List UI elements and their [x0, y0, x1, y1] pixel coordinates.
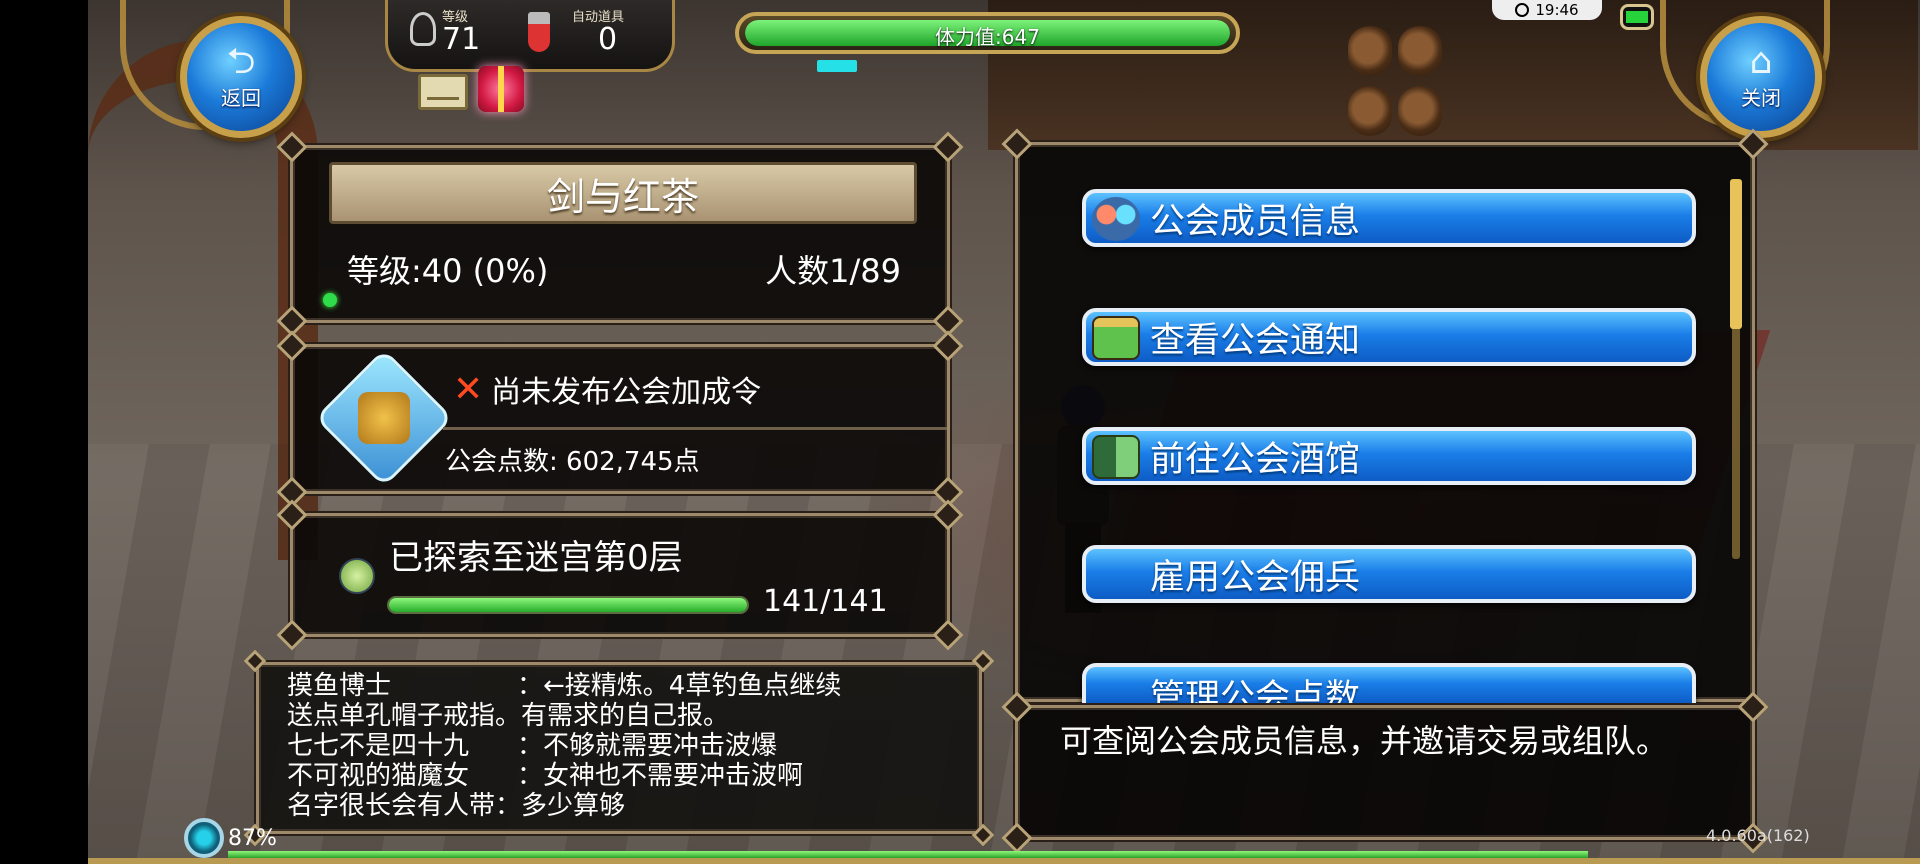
auto-item-stat[interactable]: 自动道具 0	[528, 6, 624, 55]
player-stat-plate: 等级 71 自动道具 0	[385, 0, 675, 72]
dungeon-progress-fill	[389, 598, 747, 612]
guild-members-label: 公会成员信息	[1150, 201, 1361, 242]
dungeon-progress-bar	[387, 596, 749, 614]
clock-icon	[1515, 3, 1530, 17]
guild-notice-label: 查看公会通知	[1150, 320, 1361, 361]
hire-mercenary-button[interactable]: 雇用公会佣兵	[1082, 545, 1696, 603]
members-icon	[1092, 197, 1140, 241]
chat-separator: ：	[517, 671, 544, 701]
chat-separator: ：	[495, 791, 522, 821]
chat-separator: ：	[517, 761, 544, 791]
status-pip	[817, 60, 857, 72]
chat-sender: 送点单孔帽子戒指。有需求的自己报。	[287, 701, 730, 731]
online-status-dot	[323, 293, 337, 307]
menu-scrollbar-thumb[interactable]	[1730, 179, 1742, 329]
dungeon-progress-count: 141/141	[763, 584, 888, 619]
mail-icon[interactable]	[418, 74, 468, 110]
bottom-rail	[88, 858, 1920, 864]
gift-icon[interactable]	[478, 66, 524, 112]
guild-level: 等级:40 (0%)	[347, 252, 549, 290]
chat-log: 摸鱼博士 ：←接精炼。4草钓鱼点继续 送点单孔帽子戒指。有需求的自己报。 七七不是…	[287, 671, 841, 821]
chat-sender: 摸鱼博士	[287, 671, 392, 701]
barrel	[1348, 86, 1392, 136]
notice-board-icon	[1092, 316, 1140, 360]
battery-icon	[1620, 4, 1654, 30]
dungeon-icon	[339, 558, 375, 594]
chat-sender: 名字很长会有人带	[287, 791, 496, 821]
description-panel: 可查阅公会成员信息，并邀请交易或组队。	[1001, 691, 1769, 854]
barrel	[1398, 26, 1442, 76]
guild-bonus-badge-icon[interactable]	[314, 348, 454, 488]
guild-info-panel: 剑与红茶 等级:40 (0%) 人数1/89	[276, 131, 964, 337]
chat-sender: 不可视的猫魔女	[287, 761, 470, 791]
dungeon-progress-panel: 已探索至迷宫第0层 141/141	[276, 499, 964, 651]
guild-menu-panel: 公会成员信息 查看公会通知 前往公会酒馆 雇用公会佣兵 管理公会点数	[1001, 128, 1769, 703]
close-button-label: 关闭	[1741, 85, 1781, 110]
back-button-label: 返回	[221, 85, 261, 110]
clock-time: 19:46	[1535, 1, 1579, 19]
manage-points-label: 管理公会点数	[1150, 678, 1361, 703]
chat-sender: 七七不是四十九	[287, 731, 470, 761]
stamina-label: 体力值:647	[935, 25, 1040, 49]
bonus-status-text: 尚未发布公会加成令	[491, 375, 762, 410]
chat-message: 送点单孔帽子戒指。有需求的自己报。	[287, 701, 841, 731]
guild-points: 公会点数: 602,745点	[445, 447, 700, 477]
guild-notice-button[interactable]: 查看公会通知	[1082, 308, 1696, 366]
chat-message: 七七不是四十九 ：不够就需要冲击波爆	[287, 731, 841, 761]
divider	[443, 427, 947, 430]
chat-message: 名字很长会有人带：多少算够	[287, 791, 841, 821]
guild-tavern-button[interactable]: 前往公会酒馆	[1082, 427, 1696, 485]
level-value: 71	[442, 22, 481, 57]
chat-text: 女神也不需要冲击波啊	[543, 761, 804, 791]
home-icon: ⌂	[1749, 40, 1773, 82]
door-icon	[1092, 435, 1140, 479]
bottom-progress-bar	[228, 851, 1588, 858]
guild-bonus-panel: ✕ 尚未发布公会加成令 公会点数: 602,745点	[276, 330, 964, 508]
chat-text: 多少算够	[521, 791, 626, 821]
chat-separator: ：	[517, 731, 544, 761]
clock: 19:46	[1492, 0, 1602, 20]
manage-points-button[interactable]: 管理公会点数	[1082, 663, 1696, 703]
level-stat: 等级 71	[410, 6, 480, 55]
dungeon-title: 已探索至迷宫第0层	[389, 538, 683, 578]
chat-message: 不可视的猫魔女 ：女神也不需要冲击波啊	[287, 761, 841, 791]
hire-mercenary-label: 雇用公会佣兵	[1150, 557, 1361, 598]
barrel	[1398, 86, 1442, 136]
chat-text: ←接精炼。4草钓鱼点继续	[543, 671, 842, 701]
guild-member-count: 人数1/89	[765, 252, 901, 290]
guild-members-button[interactable]: 公会成员信息	[1082, 189, 1696, 247]
version-label: 4.0.60a(162)	[1706, 826, 1810, 845]
x-mark-icon: ✕	[453, 368, 484, 410]
network-percent: 87%	[228, 826, 277, 851]
network-icon	[184, 818, 224, 858]
stamina-bar: 体力值:647	[735, 12, 1240, 54]
auto-item-value: 0	[598, 22, 618, 57]
close-button[interactable]: ⌂ 关闭	[1700, 16, 1822, 138]
shield-icon	[358, 392, 410, 444]
guild-tavern-label: 前往公会酒馆	[1150, 439, 1361, 480]
potion-icon	[528, 12, 550, 52]
chat-panel[interactable]: 摸鱼博士 ：←接精炼。4草钓鱼点继续 送点单孔帽子戒指。有需求的自己报。 七七不是…	[243, 649, 995, 847]
level-icon	[410, 12, 436, 46]
chat-text: 不够就需要冲击波爆	[543, 731, 778, 761]
barrel	[1348, 26, 1392, 76]
chat-message: 摸鱼博士 ：←接精炼。4草钓鱼点继续	[287, 671, 841, 701]
menu-description: 可查阅公会成员信息，并邀请交易或组队。	[1060, 722, 1669, 760]
bonus-status: ✕ 尚未发布公会加成令	[453, 367, 761, 411]
back-button[interactable]: ⮌ 返回	[180, 16, 302, 138]
guild-name: 剑与红茶	[329, 162, 917, 224]
back-arrow-icon: ⮌	[226, 40, 256, 82]
